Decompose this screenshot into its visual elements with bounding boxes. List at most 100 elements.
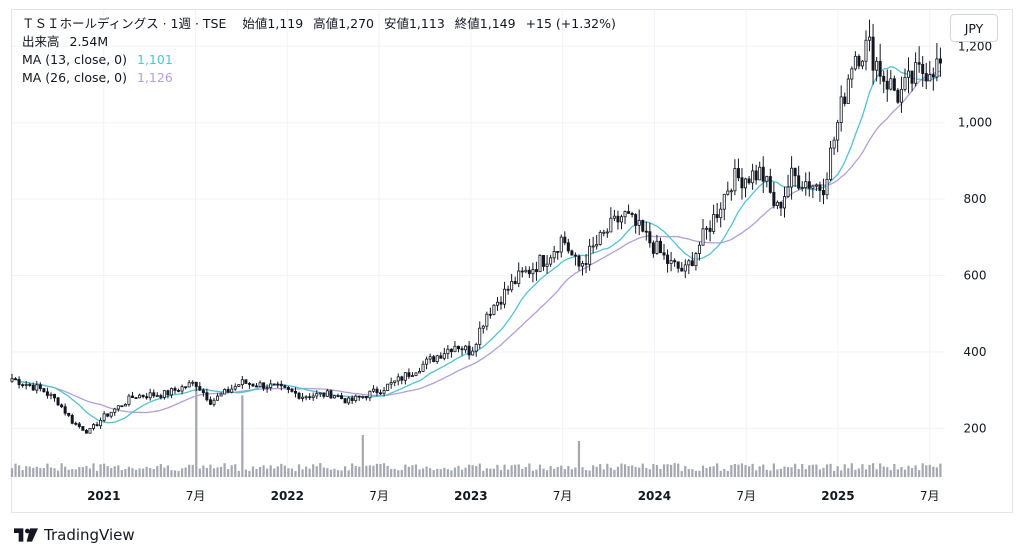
volume-bar — [411, 465, 414, 477]
candle-body — [155, 395, 159, 397]
candle-body — [180, 386, 184, 392]
candle-body — [35, 384, 39, 391]
candle-body — [432, 356, 436, 362]
candle-body — [602, 231, 606, 234]
candle-body — [839, 96, 843, 123]
candle-body — [917, 62, 921, 65]
candle-body — [772, 191, 776, 206]
candle-body — [563, 236, 567, 244]
volume-bar — [641, 463, 644, 477]
volume-bar — [730, 464, 733, 477]
candle-body — [14, 378, 18, 381]
volume-bar — [517, 464, 520, 477]
volume-bar — [14, 463, 17, 477]
volume-bar — [747, 466, 751, 477]
candle-body — [116, 405, 120, 410]
volume-bar — [180, 468, 184, 477]
volume-bar — [191, 464, 194, 477]
volume-bar — [471, 465, 474, 477]
y-tick-label: 400 — [964, 345, 987, 359]
candle-body — [843, 96, 847, 104]
legend-ma13-row[interactable]: MA (13, close, 0) 1,101 — [22, 51, 616, 69]
legend-ma26-row[interactable]: MA (26, close, 0) 1,126 — [22, 69, 616, 87]
currency-button[interactable]: JPY — [950, 14, 998, 42]
candle-body — [641, 219, 645, 232]
candle-body — [637, 219, 641, 226]
candle-body — [885, 80, 889, 90]
candle-body — [705, 227, 709, 230]
volume-bar — [432, 470, 435, 477]
volume-bar — [524, 467, 527, 477]
volume-bar — [198, 468, 201, 477]
x-tick-label: 7月 — [920, 489, 940, 503]
candle-body — [510, 280, 514, 291]
volume-bar — [425, 466, 428, 477]
candle-body — [503, 288, 507, 305]
candle-body — [850, 68, 854, 80]
candle-body — [456, 345, 460, 350]
volume-bar — [595, 466, 598, 477]
volume-bar — [92, 463, 95, 477]
volume-bar — [234, 464, 237, 477]
volume-bar — [765, 469, 768, 477]
candle-body — [673, 260, 677, 263]
volume-bar — [177, 470, 180, 477]
candle-body — [230, 388, 234, 393]
volume-bar — [907, 465, 910, 477]
volume-bar — [294, 470, 297, 477]
candle-body — [584, 263, 588, 265]
volume-bar — [772, 463, 775, 477]
candle-body — [308, 396, 312, 399]
volume-bar — [563, 469, 566, 477]
candle-body — [226, 389, 230, 393]
x-tick-label: 7月 — [369, 489, 389, 503]
candle-body — [148, 392, 152, 399]
time-axis[interactable]: 2021 7月 2022 7月 2023 7月 2024 7月 2025 7月 — [87, 489, 939, 503]
volume-bar — [794, 463, 797, 477]
volume-bar — [673, 463, 676, 477]
y-tick-label: 200 — [964, 421, 987, 435]
ma13-value: 1,101 — [137, 52, 173, 67]
candle-body — [99, 419, 103, 427]
candle-body — [216, 395, 220, 401]
candle-body — [106, 413, 110, 417]
ma26-label: MA (26, close, 0) — [22, 70, 128, 85]
legend-volume-row[interactable]: 出来高 2.54M — [22, 33, 616, 51]
volume-bar — [886, 467, 889, 477]
candle-body — [88, 427, 92, 434]
tradingview-logo[interactable]: TradingView — [14, 526, 135, 544]
candle-body — [531, 269, 535, 275]
volume-bar — [833, 470, 836, 477]
symbol-title[interactable]: ＴＳＩホールディングス · 1週 · TSE — [22, 16, 226, 31]
volume-bar — [354, 465, 357, 477]
candle-body — [807, 181, 811, 189]
volume-bar — [17, 465, 21, 477]
candle-body — [340, 395, 344, 399]
candle-body — [676, 261, 680, 269]
volume-bar — [592, 465, 595, 477]
candle-body — [506, 288, 510, 291]
price-axis[interactable]: 2004006008001,0001,200 — [958, 39, 992, 435]
candle-body — [322, 392, 326, 397]
volume-bar — [103, 463, 106, 477]
candle-body — [534, 269, 538, 273]
candle-body — [786, 186, 790, 197]
candle-body — [329, 390, 333, 399]
volume-bar — [584, 470, 588, 477]
volume-bar — [248, 470, 251, 477]
candle-body — [857, 55, 861, 67]
candle-body — [92, 424, 96, 429]
volume-bar — [623, 464, 627, 477]
volume-bar — [655, 464, 659, 477]
candle-body — [159, 395, 163, 398]
candle-body — [187, 382, 191, 388]
candle-body — [690, 260, 694, 267]
candle-body — [120, 405, 124, 408]
candle-body — [619, 216, 623, 223]
candle-body — [184, 386, 188, 389]
candle-body — [566, 242, 570, 252]
candle-body — [304, 396, 308, 399]
volume-bar — [255, 468, 258, 477]
volume-bar — [737, 464, 740, 477]
volume-bar — [896, 469, 899, 477]
